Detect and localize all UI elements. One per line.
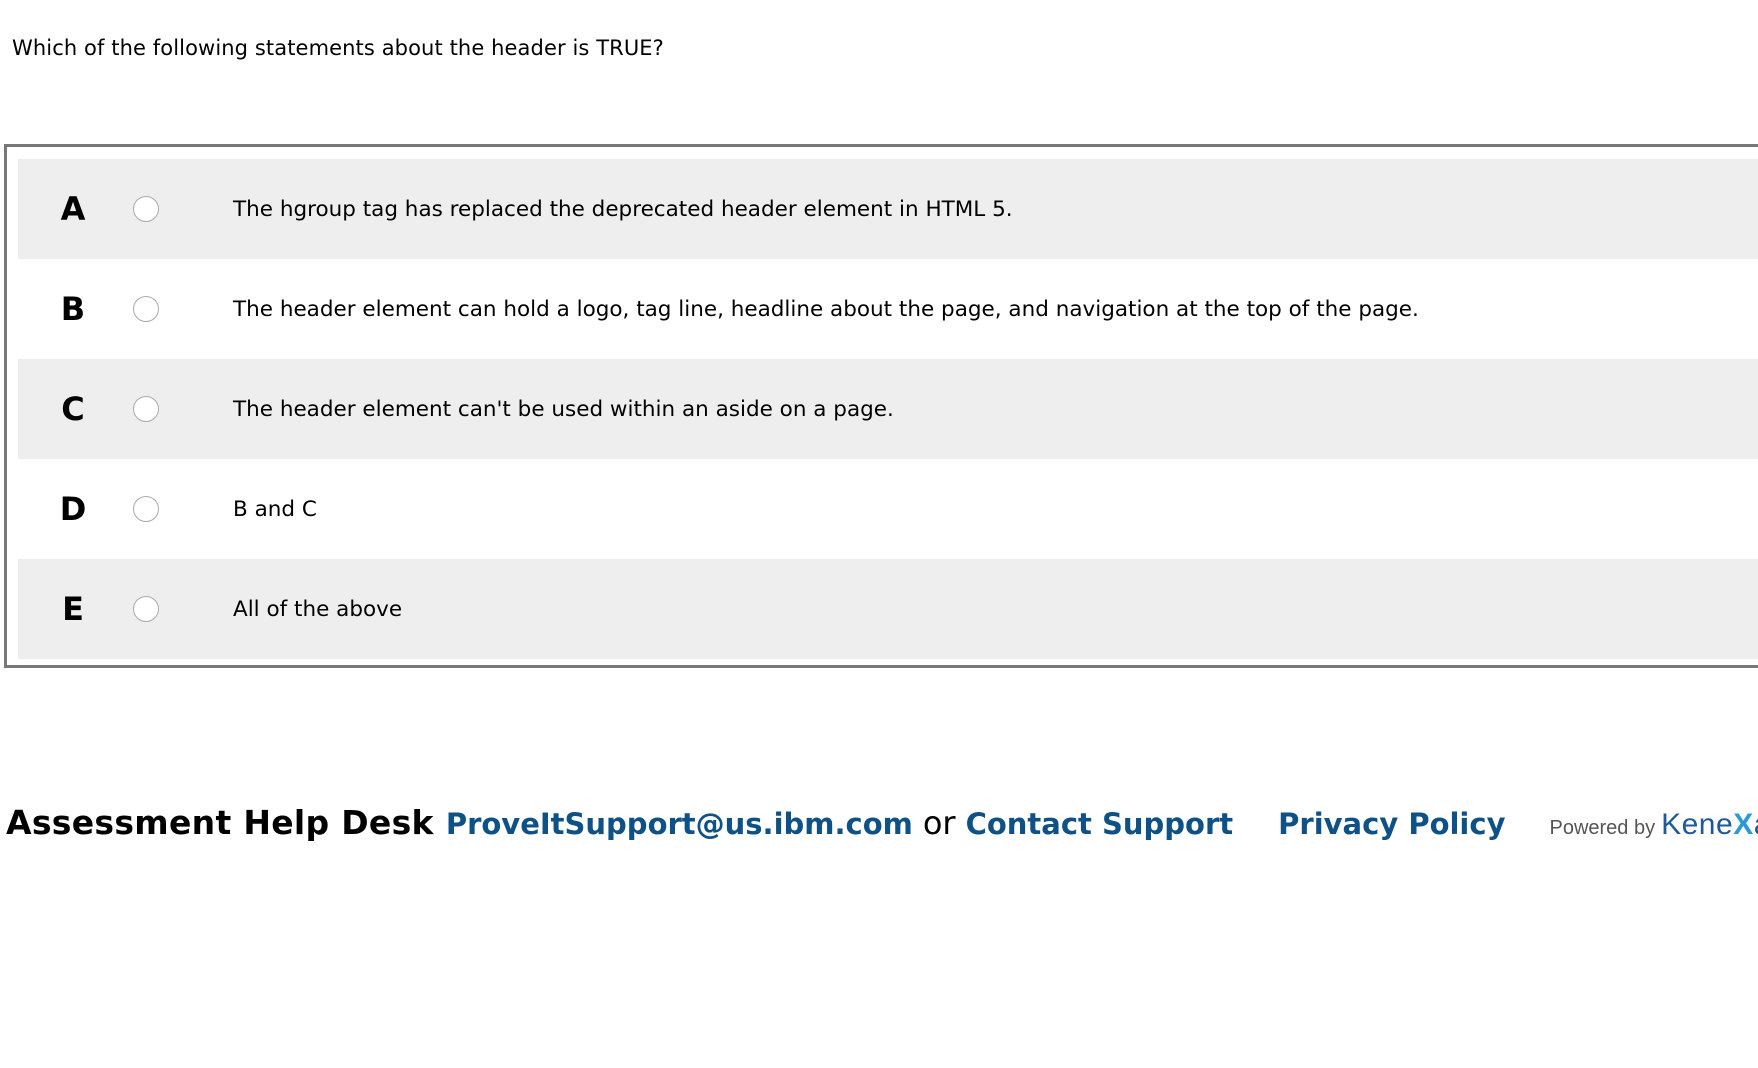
kenexa-logo: KeneXa•	[1661, 808, 1758, 842]
option-row-c[interactable]: C The header element can't be used withi…	[18, 359, 1758, 459]
contact-support-link[interactable]: Contact Support	[966, 807, 1234, 841]
option-text: The header element can hold a logo, tag …	[233, 296, 1419, 322]
brand-part-2: X	[1733, 808, 1754, 841]
privacy-policy-link[interactable]: Privacy Policy	[1278, 807, 1505, 841]
support-email-link[interactable]: ProveItSupport@us.ibm.com	[446, 807, 913, 841]
brand-part-1: Kene	[1661, 808, 1734, 841]
option-c-radio[interactable]	[133, 396, 159, 422]
option-text: B and C	[233, 496, 317, 522]
option-letter: B	[60, 290, 86, 328]
answer-options-panel: A The hgroup tag has replaced the deprec…	[4, 144, 1758, 668]
option-text: The header element can't be used within …	[233, 396, 894, 422]
answer-options-list: A The hgroup tag has replaced the deprec…	[18, 159, 1758, 659]
option-b-radio[interactable]	[133, 296, 159, 322]
or-text: or	[922, 804, 956, 842]
powered-by-kenexa: Powered by KeneXa•	[1549, 808, 1758, 842]
powered-by-label: Powered by	[1549, 817, 1656, 839]
option-letter: D	[59, 490, 87, 528]
footer: Assessment Help Desk ProveItSupport@us.i…	[6, 803, 1758, 842]
option-d-radio[interactable]	[133, 496, 159, 522]
option-a-radio[interactable]	[133, 196, 159, 222]
option-letter: A	[60, 190, 86, 228]
question-text: Which of the following statements about …	[12, 36, 664, 60]
brand-part-3: a	[1754, 808, 1758, 841]
option-row-e[interactable]: E All of the above	[18, 559, 1758, 659]
option-letter: C	[61, 390, 85, 428]
option-row-a[interactable]: A The hgroup tag has replaced the deprec…	[18, 159, 1758, 259]
option-text: The hgroup tag has replaced the deprecat…	[233, 196, 1013, 222]
option-text: All of the above	[233, 596, 403, 622]
option-e-radio[interactable]	[133, 596, 159, 622]
helpdesk-label: Assessment Help Desk	[6, 803, 434, 842]
option-row-d[interactable]: D B and C	[18, 459, 1758, 559]
option-row-b[interactable]: B The header element can hold a logo, ta…	[18, 259, 1758, 359]
option-letter: E	[62, 590, 84, 628]
